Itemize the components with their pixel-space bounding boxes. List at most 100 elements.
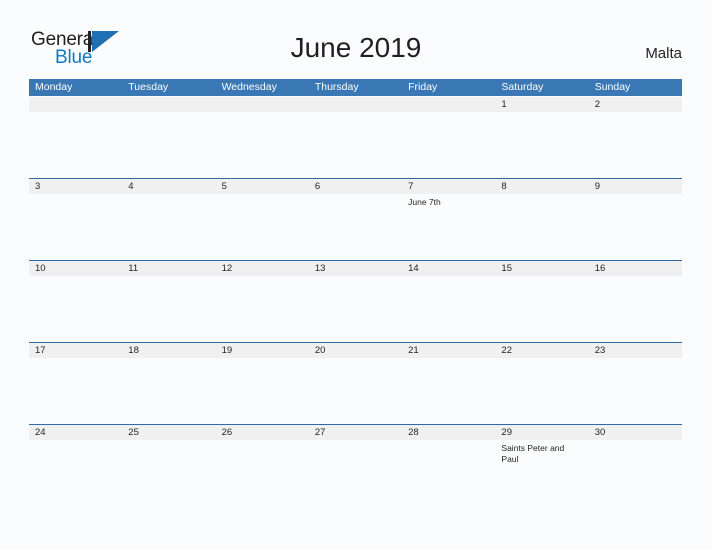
week-event-strip xyxy=(29,112,682,178)
calendar-week-row: 3 4 5 6 7 8 9 June 7th xyxy=(29,178,682,260)
calendar-page: General Blue June 2019 Malta Monday Tues… xyxy=(0,0,712,550)
day-number[interactable]: 3 xyxy=(29,179,122,194)
day-cell[interactable] xyxy=(216,276,309,342)
day-number[interactable]: 8 xyxy=(495,179,588,194)
day-number[interactable]: 21 xyxy=(402,343,495,358)
calendar-grid: Monday Tuesday Wednesday Thursday Friday… xyxy=(29,79,682,506)
week-event-strip xyxy=(29,358,682,424)
day-cell[interactable] xyxy=(216,358,309,424)
day-number[interactable]: 7 xyxy=(402,179,495,194)
day-cell[interactable] xyxy=(29,358,122,424)
day-cell[interactable] xyxy=(309,276,402,342)
day-number[interactable]: 24 xyxy=(29,425,122,440)
day-number[interactable]: 20 xyxy=(309,343,402,358)
calendar-location-label: Malta xyxy=(645,45,682,62)
week-event-strip: Saints Peter and Paul xyxy=(29,440,682,506)
week-date-strip: 3456789 xyxy=(29,179,682,194)
day-number[interactable]: 23 xyxy=(589,343,682,358)
day-cell[interactable] xyxy=(309,440,402,506)
day-cell[interactable] xyxy=(29,276,122,342)
dow-thursday: Thursday xyxy=(314,81,359,93)
day-cell[interactable] xyxy=(122,276,215,342)
week-date-strip: 10 11 12 13 14 15 16 xyxy=(29,261,682,276)
day-cell[interactable] xyxy=(589,358,682,424)
day-number[interactable]: 2 xyxy=(589,97,682,112)
calendar-week-row: 10 11 12 13 14 15 16 xyxy=(29,260,682,342)
week-date-strip: 24 25 26 27 28 29 30 xyxy=(29,425,682,440)
day-number[interactable] xyxy=(309,97,402,112)
holiday-event-label: Saints Peter and Paul xyxy=(501,443,565,464)
calendar-week-row: 17 18 19 20 21 22 23 xyxy=(29,342,682,424)
day-cell[interactable] xyxy=(589,194,682,260)
day-cell[interactable] xyxy=(309,112,402,178)
day-number[interactable]: 4 xyxy=(122,179,215,194)
day-number[interactable]: 9 xyxy=(589,179,682,194)
day-cell[interactable] xyxy=(122,440,215,506)
day-number[interactable]: 14 xyxy=(402,261,495,276)
day-cell[interactable] xyxy=(495,358,588,424)
dow-sunday: Sunday xyxy=(594,81,631,93)
calendar-week-row: 12 xyxy=(29,96,682,178)
day-cell[interactable] xyxy=(29,194,122,260)
day-number[interactable]: 27 xyxy=(309,425,402,440)
day-number[interactable]: 10 xyxy=(29,261,122,276)
day-cell[interactable] xyxy=(216,440,309,506)
day-number[interactable]: 13 xyxy=(309,261,402,276)
day-number[interactable]: 6 xyxy=(309,179,402,194)
dow-friday: Friday xyxy=(408,81,438,93)
day-cell[interactable] xyxy=(122,194,215,260)
day-cell[interactable] xyxy=(29,440,122,506)
day-number[interactable]: 29 xyxy=(495,425,588,440)
week-date-strip: 12 xyxy=(29,97,682,112)
day-number[interactable]: 12 xyxy=(216,261,309,276)
day-number[interactable] xyxy=(216,97,309,112)
day-number[interactable] xyxy=(402,97,495,112)
day-cell[interactable] xyxy=(589,276,682,342)
day-number[interactable]: 25 xyxy=(122,425,215,440)
day-cell[interactable] xyxy=(495,194,588,260)
day-number[interactable]: 30 xyxy=(589,425,682,440)
day-cell[interactable] xyxy=(402,112,495,178)
day-cell[interactable] xyxy=(495,276,588,342)
day-cell[interactable] xyxy=(122,112,215,178)
day-cell[interactable] xyxy=(402,276,495,342)
day-cell[interactable] xyxy=(402,358,495,424)
day-number[interactable] xyxy=(29,97,122,112)
week-date-strip: 17 18 19 20 21 22 23 xyxy=(29,343,682,358)
day-cell[interactable]: Saints Peter and Paul xyxy=(495,440,588,506)
day-number[interactable]: 16 xyxy=(589,261,682,276)
day-number[interactable]: 11 xyxy=(122,261,215,276)
dow-tuesday: Tuesday xyxy=(128,81,169,93)
day-number[interactable]: 17 xyxy=(29,343,122,358)
day-cell[interactable] xyxy=(402,440,495,506)
day-of-week-header-row: Monday Tuesday Wednesday Thursday Friday… xyxy=(29,79,682,96)
day-cell[interactable] xyxy=(216,194,309,260)
calendar-week-row: 24 25 26 27 28 29 30 Saints Peter and Paul xyxy=(29,424,682,506)
day-cell[interactable] xyxy=(495,112,588,178)
week-event-strip xyxy=(29,276,682,342)
day-cell[interactable] xyxy=(122,358,215,424)
day-number[interactable] xyxy=(122,97,215,112)
page-header: General Blue June 2019 Malta xyxy=(0,0,712,76)
day-cell[interactable] xyxy=(29,112,122,178)
day-number[interactable]: 1 xyxy=(495,97,588,112)
day-number[interactable]: 28 xyxy=(402,425,495,440)
calendar-weeks-container: 1 2 3 4 5 6 7 8 9 June 7th 10 11 12 13 14 15 16 17 18 19 20 2… xyxy=(29,96,682,506)
page-title: June 2019 xyxy=(290,32,422,63)
day-cell[interactable] xyxy=(216,112,309,178)
day-number[interactable]: 22 xyxy=(495,343,588,358)
day-number[interactable]: 19 xyxy=(216,343,309,358)
dow-monday: Monday xyxy=(35,81,73,93)
day-cell[interactable] xyxy=(309,194,402,260)
day-number[interactable]: 15 xyxy=(495,261,588,276)
day-cell[interactable] xyxy=(589,112,682,178)
day-cell[interactable] xyxy=(309,358,402,424)
day-number[interactable]: 26 xyxy=(216,425,309,440)
day-number[interactable]: 5 xyxy=(216,179,309,194)
week-event-strip: June 7th xyxy=(29,194,682,260)
holiday-event-label: June 7th xyxy=(408,197,441,207)
day-cell[interactable]: June 7th xyxy=(402,194,495,260)
day-cell[interactable] xyxy=(589,440,682,506)
dow-saturday: Saturday xyxy=(501,81,544,93)
day-number[interactable]: 18 xyxy=(122,343,215,358)
